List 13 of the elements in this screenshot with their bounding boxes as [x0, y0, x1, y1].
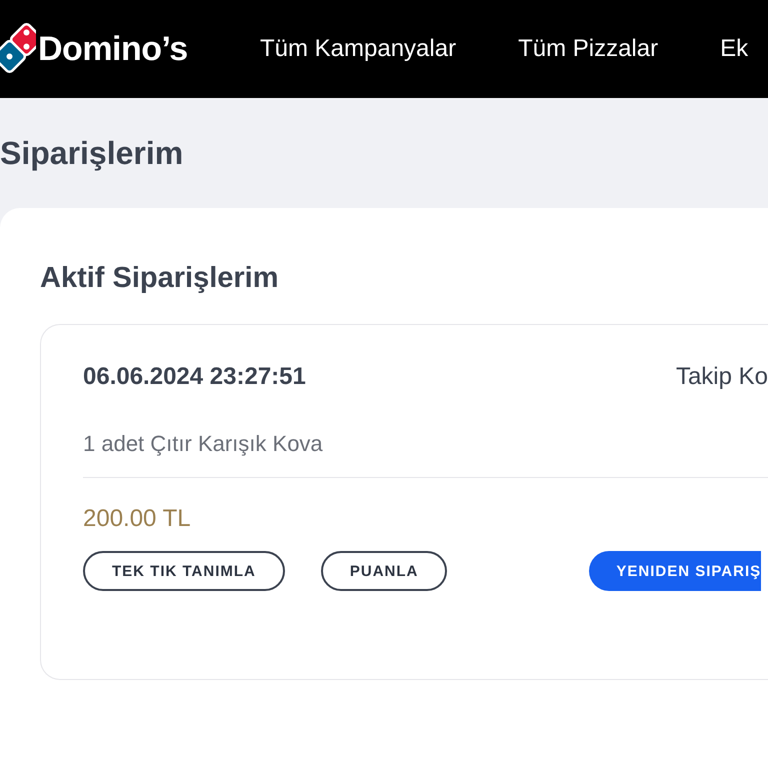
- reorder-button[interactable]: YENIDEN SIPARIŞ: [589, 551, 762, 591]
- nav-link[interactable]: Ek: [720, 35, 748, 63]
- brand-logo-text[interactable]: Domino’s: [38, 30, 188, 68]
- page-title: Siparişlerim: [0, 134, 184, 172]
- order-price: 200.00 TL: [83, 505, 192, 533]
- order-date: 06.06.2024 23:27:51: [83, 363, 306, 391]
- nav-link[interactable]: Tüm Pizzalar: [518, 35, 658, 63]
- outline-button[interactable]: PUANLA: [320, 551, 448, 591]
- outline-button[interactable]: TEK TIK TANIMLA: [83, 551, 285, 591]
- section-title: Aktif Siparişlerim: [40, 261, 280, 296]
- order-item: 1 adet Çıtır Karışık Kova: [83, 431, 324, 457]
- nav-link[interactable]: Tüm Kampanyalar: [260, 35, 456, 63]
- tracking-link[interactable]: Takip Ko: [676, 363, 768, 391]
